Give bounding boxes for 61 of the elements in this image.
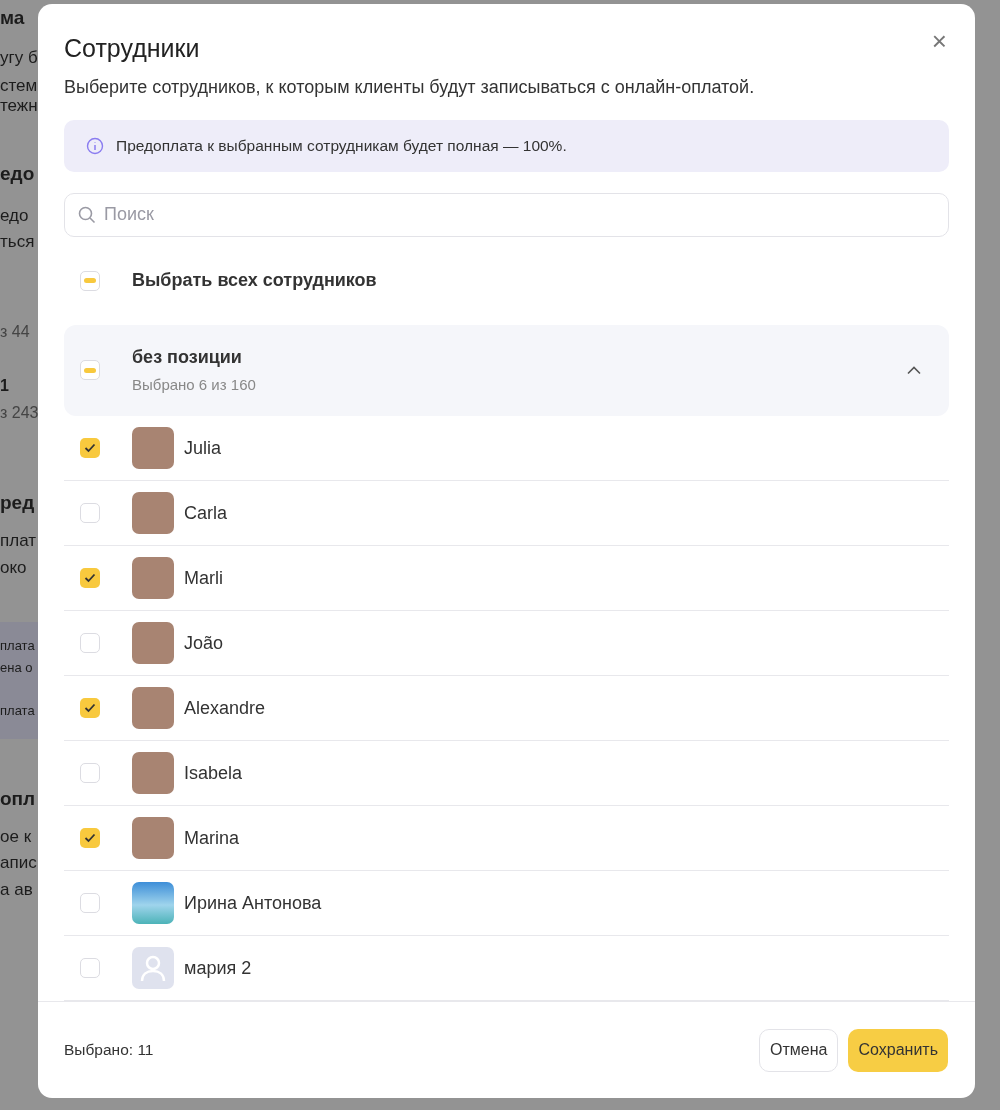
search-icon <box>78 205 96 224</box>
employee-name: Marli <box>184 567 223 589</box>
checkbox[interactable] <box>80 828 100 848</box>
selected-count: Выбрано: 11 <box>64 1041 154 1059</box>
search-field[interactable]: Поиск <box>64 192 949 237</box>
background-text: плата <box>0 637 36 655</box>
background-text: ма <box>0 8 26 28</box>
save-button[interactable]: Сохранить <box>848 1028 948 1072</box>
checkbox[interactable] <box>80 568 100 588</box>
dialog-title: Сотрудники <box>64 34 200 63</box>
close-button[interactable]: × <box>929 30 949 52</box>
background-text: апис <box>0 853 38 873</box>
dash-icon <box>84 278 96 284</box>
checkbox[interactable] <box>80 893 100 913</box>
background-text: опл <box>0 789 37 809</box>
background-text: з 243 <box>0 403 38 423</box>
employee-name: Isabela <box>184 762 243 784</box>
background-text: ена о <box>0 659 34 677</box>
background-text: ться <box>0 232 36 252</box>
dash-icon <box>84 368 96 373</box>
employee-name: João <box>184 632 224 654</box>
background-text: тежн <box>0 96 38 116</box>
cancel-button[interactable]: Отмена <box>759 1028 839 1072</box>
check-icon <box>84 443 96 453</box>
employee-name: Marina <box>184 827 240 849</box>
chevron-icon[interactable] <box>907 366 921 375</box>
info-icon <box>86 136 104 155</box>
group-header[interactable]: без позиции Выбрано 6 из 160 <box>64 324 949 416</box>
info-text: Предоплата к выбранным сотрудникам будет полная — 100%. <box>116 136 567 155</box>
background-text: едо <box>0 164 36 184</box>
employee-name: Ирина Антонова <box>184 892 322 914</box>
employee-name: Julia <box>184 437 222 459</box>
background-text: 1 <box>0 376 10 396</box>
background-text: а ав <box>0 880 34 900</box>
check-icon <box>84 573 96 583</box>
checkbox[interactable] <box>80 503 100 523</box>
checkbox[interactable] <box>80 698 100 718</box>
background-text: плата <box>0 702 36 720</box>
group-count: Выбрано 6 из 160 <box>132 376 257 394</box>
employee-name: Alexandre <box>184 697 266 719</box>
select-all-label[interactable]: Выбрать всех сотрудников <box>132 270 377 292</box>
checkbox[interactable] <box>80 438 100 458</box>
check-icon <box>84 703 96 713</box>
dialog-subtitle: Выберите сотрудников, к которым клиенты будут записываться с онлайн-оплатой. <box>64 77 756 98</box>
check-icon <box>84 833 96 843</box>
background-text: плат <box>0 531 37 551</box>
employee-name: Carla <box>184 502 227 524</box>
checkbox[interactable] <box>80 360 100 381</box>
background-text: ое к <box>0 827 33 847</box>
background-text: стем <box>0 76 38 96</box>
background-text: око <box>0 558 28 578</box>
group-title: без позиции <box>132 347 243 369</box>
checkbox[interactable] <box>80 633 100 653</box>
background-text: з 44 <box>0 322 31 342</box>
background-text: угу б <box>0 48 38 68</box>
checkbox[interactable] <box>80 958 100 978</box>
background-text: ред <box>0 493 36 513</box>
checkbox[interactable] <box>80 270 100 291</box>
background-text: едо <box>0 206 30 226</box>
employee-name: мария 2 <box>184 957 252 979</box>
checkbox[interactable] <box>80 763 100 783</box>
